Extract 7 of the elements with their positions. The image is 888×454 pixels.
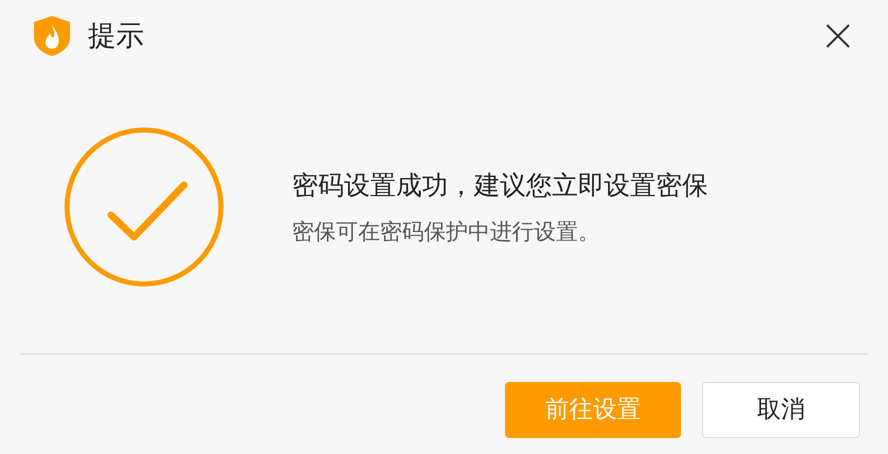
- cancel-button[interactable]: 取消: [702, 382, 860, 438]
- window-title: 提示: [88, 19, 144, 53]
- checkmark-circle-icon: [64, 126, 224, 286]
- message-heading: 密码设置成功，建议您立即设置密保: [292, 168, 708, 202]
- shield-flame-logo-icon: [32, 15, 72, 57]
- message-detail: 密保可在密码保护中进行设置。: [292, 218, 601, 246]
- close-icon: [825, 23, 851, 49]
